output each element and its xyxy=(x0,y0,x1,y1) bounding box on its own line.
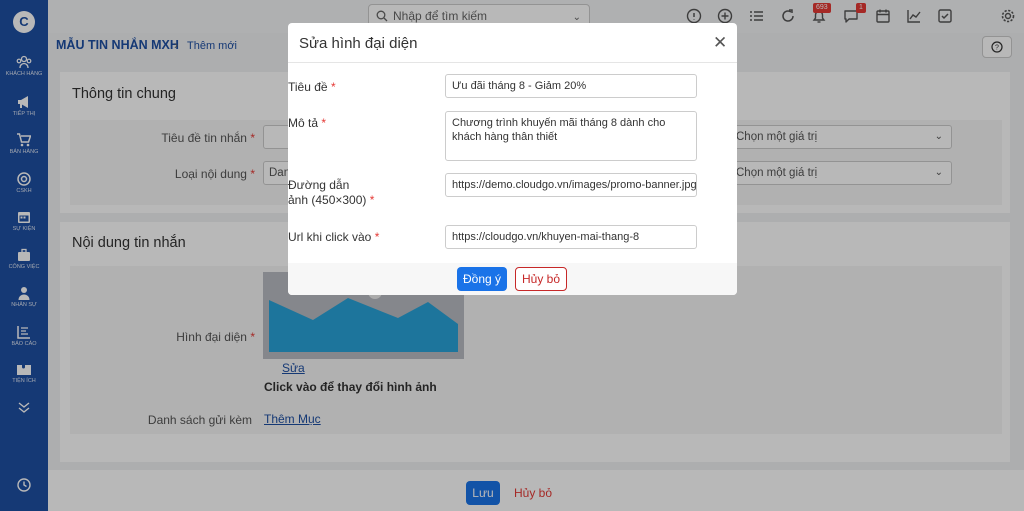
modal-footer xyxy=(288,263,737,295)
modal-image-url-label: Đường dẫn ảnh (450×300) * xyxy=(288,178,375,207)
confirm-button[interactable]: Đồng ý xyxy=(457,267,507,291)
edit-avatar-modal: Sửa hình đại diện ✕ Tiêu đề * Ưu đãi thá… xyxy=(288,23,737,295)
modal-description-textarea[interactable]: Chương trình khuyến mãi tháng 8 dành cho… xyxy=(445,111,697,161)
modal-title: Sửa hình đại diện xyxy=(299,35,418,52)
modal-title-label: Tiêu đề * xyxy=(288,80,336,94)
modal-cancel-button[interactable]: Hủy bỏ xyxy=(515,267,567,291)
close-icon[interactable]: ✕ xyxy=(713,33,727,53)
modal-title-input[interactable]: Ưu đãi tháng 8 - Giảm 20% xyxy=(445,74,697,98)
modal-image-url-input[interactable]: https://demo.cloudgo.vn/images/promo-ban… xyxy=(445,173,697,197)
modal-click-url-input[interactable]: https://cloudgo.vn/khuyen-mai-thang-8 xyxy=(445,225,697,249)
modal-description-label: Mô tả * xyxy=(288,116,327,130)
modal-divider xyxy=(288,62,737,63)
modal-click-url-label: Url khi click vào * xyxy=(288,230,380,244)
